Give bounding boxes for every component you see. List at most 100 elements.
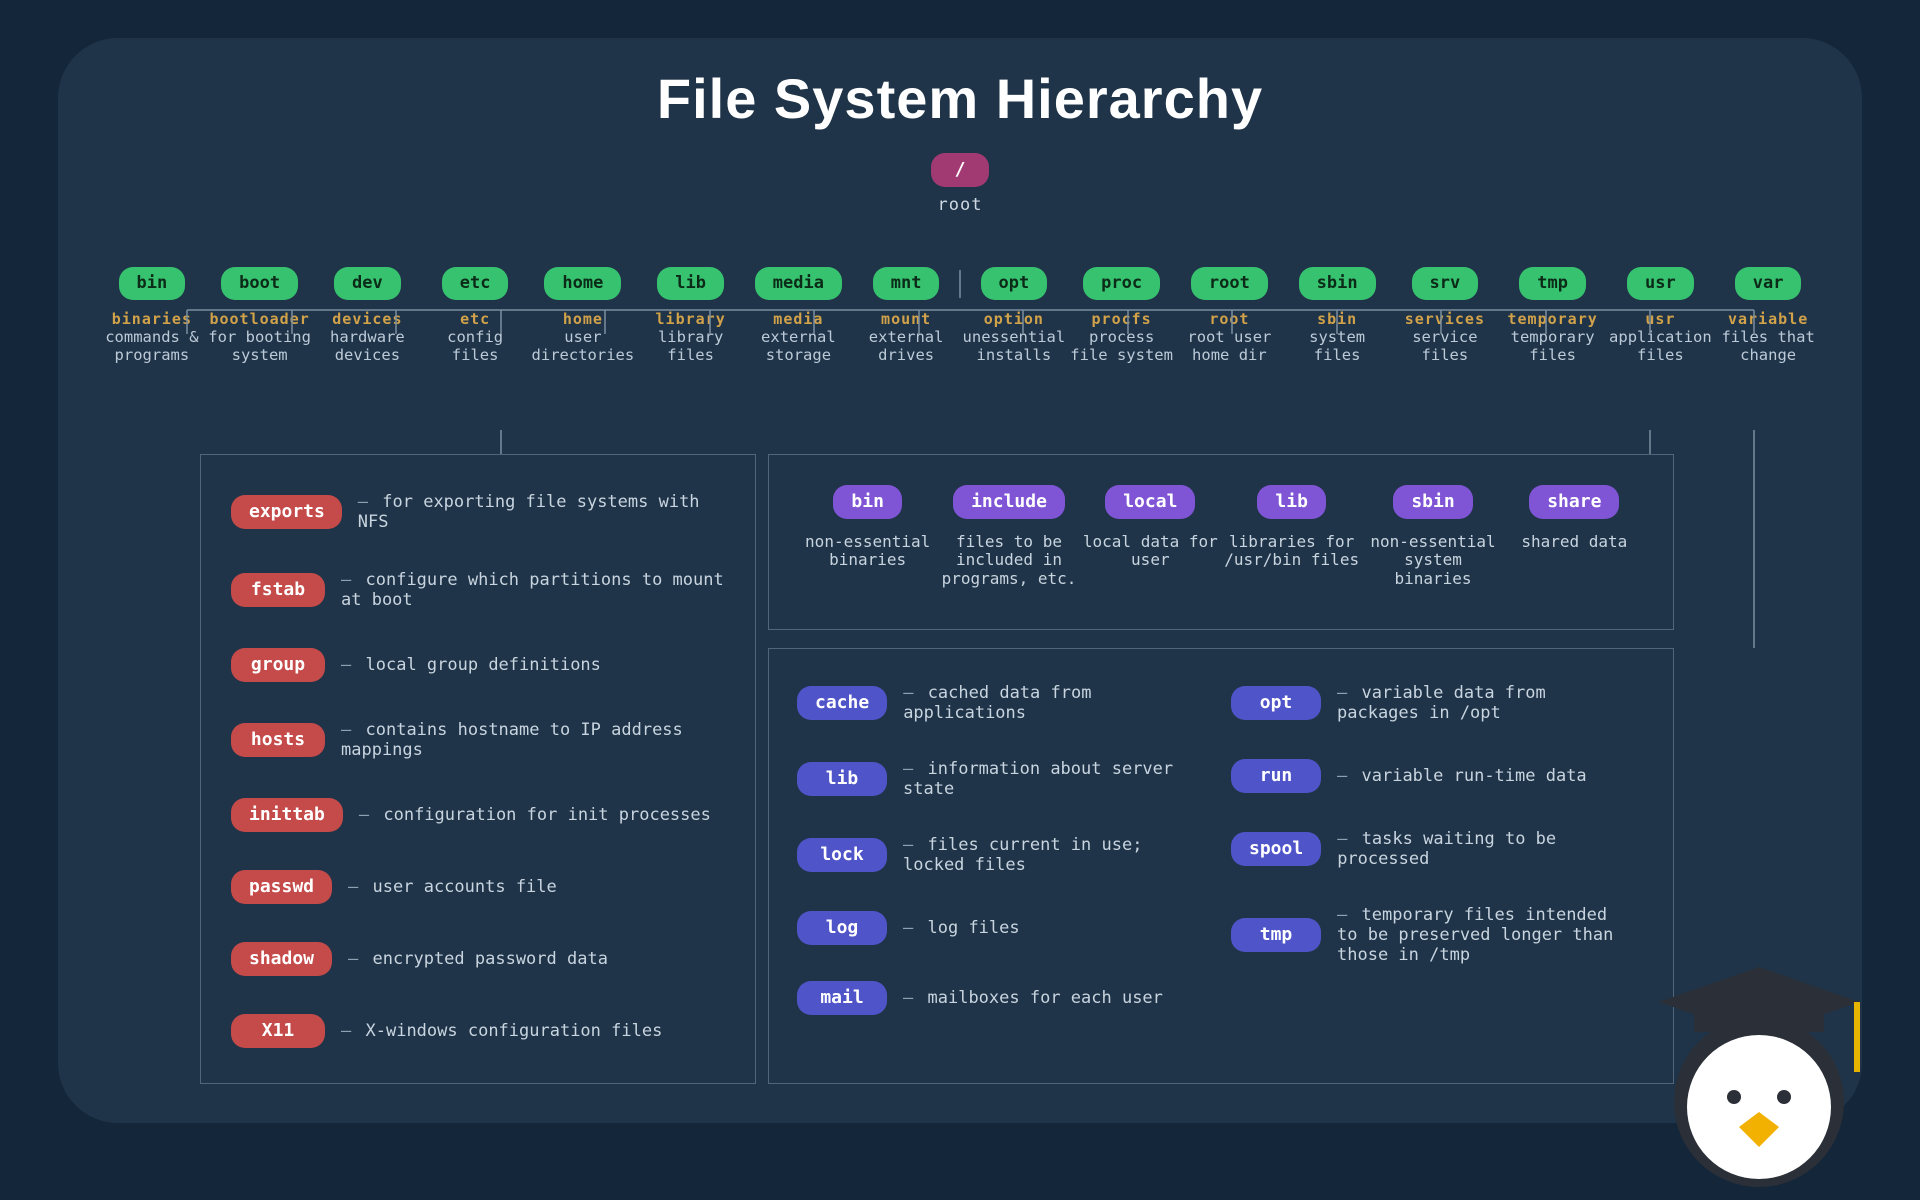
var-item: run– variable run-time data	[1231, 759, 1645, 793]
dir-desc: temporary files	[1499, 329, 1607, 365]
file-desc: – configure which partitions to mount at…	[341, 570, 735, 610]
dir-desc: for booting system	[206, 329, 314, 365]
dir-pill: share	[1529, 485, 1619, 519]
usr-panel: bin non-essential binaries includefiles t…	[768, 454, 1674, 630]
dir-tag: sbin	[1283, 310, 1391, 328]
top-cell: srvservicesservice files	[1391, 267, 1499, 365]
dir-desc: external storage	[745, 329, 853, 365]
file-pill: hosts	[231, 723, 325, 757]
dir-tag: binaries	[98, 310, 206, 328]
dir-desc: – log files	[903, 918, 1020, 938]
dir-pill: etc	[442, 267, 509, 300]
etc-item: exports – for exporting file systems with…	[231, 492, 735, 532]
dir-desc: commands & programs	[98, 329, 206, 365]
top-cell: liblibrarylibrary files	[637, 267, 745, 365]
dir-desc: config files	[421, 329, 529, 365]
file-desc: – X-windows configuration files	[341, 1021, 662, 1041]
usr-item: includefiles to be included in programs,…	[938, 485, 1079, 588]
file-desc: – local group definitions	[341, 655, 601, 675]
dir-pill: lock	[797, 838, 887, 872]
dir-desc: non-essential binaries	[797, 533, 938, 570]
top-cell: homehomeuser directories	[529, 267, 637, 365]
dir-pill: log	[797, 911, 887, 945]
dir-pill: srv	[1412, 267, 1479, 300]
dir-pill: sbin	[1393, 485, 1472, 519]
dir-tag: bootloader	[206, 310, 314, 328]
top-cell: boot bootloaderfor booting system	[206, 267, 314, 365]
dir-pill: spool	[1231, 832, 1321, 866]
file-desc: – configuration for init processes	[359, 805, 711, 825]
file-pill: exports	[231, 495, 342, 529]
dir-desc: – cached data from applications	[903, 683, 1203, 723]
top-cell: bin binariescommands & programs	[98, 267, 206, 365]
file-pill: shadow	[231, 942, 332, 976]
var-panel: cache– cached data from applications lib…	[768, 648, 1674, 1084]
dir-pill: lib	[1257, 485, 1326, 519]
root-label: root	[58, 195, 1862, 215]
dir-tag: etc	[421, 310, 529, 328]
file-desc: – for exporting file systems with NFS	[358, 492, 735, 532]
dir-tag: root	[1176, 310, 1284, 328]
var-item: lock– files current in use; locked files	[797, 835, 1211, 875]
usr-item: sbin non-essential system binaries	[1362, 485, 1503, 588]
dir-desc: user directories	[529, 329, 637, 365]
dir-pill: home	[544, 267, 621, 300]
dir-pill: media	[755, 267, 842, 300]
top-cell: devdeviceshardware devices	[314, 267, 422, 365]
file-pill: group	[231, 648, 325, 682]
top-cell: procprocfsprocess file system	[1068, 267, 1176, 365]
dir-pill: opt	[981, 267, 1048, 300]
dir-tag: variable	[1714, 310, 1822, 328]
dir-pill: local	[1105, 485, 1195, 519]
var-item: tmp– temporary files intended to be pres…	[1231, 905, 1645, 965]
dir-tag: mount	[852, 310, 960, 328]
dir-pill: mail	[797, 981, 887, 1015]
dir-desc: shared data	[1504, 533, 1645, 551]
file-desc: – user accounts file	[348, 877, 557, 897]
usr-item: locallocal data for user	[1080, 485, 1221, 588]
file-pill: passwd	[231, 870, 332, 904]
root-node: / root	[58, 153, 1862, 215]
dir-pill: include	[953, 485, 1065, 519]
top-cell: mediamediaexternal storage	[745, 267, 853, 365]
dir-desc: library files	[637, 329, 745, 365]
etc-item: X11– X-windows configuration files	[231, 1014, 735, 1048]
file-pill: inittab	[231, 798, 343, 832]
etc-item: inittab – configuration for init processe…	[231, 798, 735, 832]
dir-tag: usr	[1607, 310, 1715, 328]
top-cell: varvariablefiles that change	[1714, 267, 1822, 365]
root-pill: /	[931, 153, 989, 187]
top-cell: etcetcconfig files	[421, 267, 529, 365]
dir-desc: system files	[1283, 329, 1391, 365]
etc-item: shadow– encrypted password data	[231, 942, 735, 976]
dir-pill: sbin	[1299, 267, 1376, 300]
top-cell: usrusrapplication files	[1607, 267, 1715, 365]
top-level-row: bin binariescommands & programs boot bootl…	[58, 267, 1862, 365]
dir-pill: bin	[119, 267, 186, 300]
diagram-card: File System Hierarchy / root	[58, 38, 1862, 1123]
var-item: log – log files	[797, 911, 1211, 945]
dir-desc: non-essential system binaries	[1362, 533, 1503, 588]
dir-pill: tmp	[1231, 918, 1321, 952]
dir-pill: proc	[1083, 267, 1160, 300]
dir-pill: bin	[833, 485, 902, 519]
dir-desc: – variable run-time data	[1337, 766, 1587, 786]
dir-pill: boot	[221, 267, 298, 300]
etc-item: fstab– configure which partitions to mou…	[231, 570, 735, 610]
var-item: lib– information about server state	[797, 759, 1211, 799]
dir-pill: root	[1191, 267, 1268, 300]
dir-tag: home	[529, 310, 637, 328]
usr-item: bin non-essential binaries	[797, 485, 938, 588]
dir-pill: lib	[657, 267, 724, 300]
var-item: spool – tasks waiting to be processed	[1231, 829, 1645, 869]
dir-desc: – tasks waiting to be processed	[1337, 829, 1637, 869]
dir-desc: – information about server state	[903, 759, 1203, 799]
dir-pill: tmp	[1519, 267, 1586, 300]
var-item: cache– cached data from applications	[797, 683, 1211, 723]
dir-tag: option	[960, 310, 1068, 328]
dir-desc: unessential installs	[960, 329, 1068, 365]
dir-desc: process file system	[1068, 329, 1176, 365]
dir-desc: – mailboxes for each user	[903, 988, 1163, 1008]
top-cell: rootrootroot user home dir	[1176, 267, 1284, 365]
dir-desc: libraries for /usr/bin files	[1221, 533, 1362, 570]
